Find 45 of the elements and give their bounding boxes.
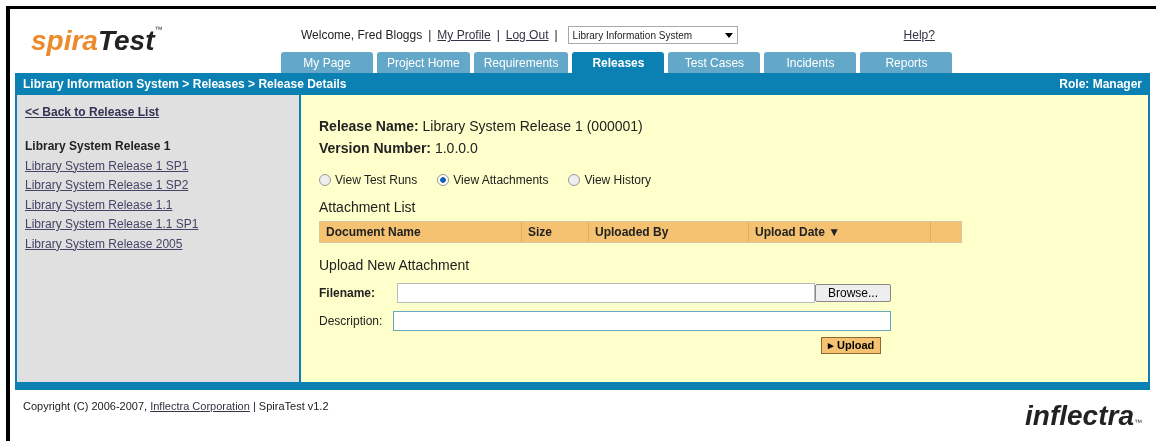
- detail-text: Release Name: Library System Release 1 (000001): [319, 117, 644, 136]
- view-radio[interactable]: View Attachments: [437, 173, 549, 187]
- column-header[interactable]: Document Name: [320, 222, 522, 242]
- profile-link[interactable]: My Profile: [437, 28, 491, 42]
- welcome-text: Welcome, Fred Bloggs: [301, 28, 423, 42]
- column-title: Size: [528, 225, 552, 239]
- detail-text: Version Number: 1.0.0.0: [319, 139, 479, 158]
- section-title: Upload New Attachment: [319, 257, 471, 273]
- help-link[interactable]: Help?: [903, 28, 935, 42]
- release-link[interactable]: Library System Release 1 SP2: [25, 176, 291, 196]
- separator: |: [496, 28, 500, 42]
- column-header[interactable]: Uploaded By: [589, 222, 749, 242]
- release-link[interactable]: Library System Release 1.1: [25, 195, 291, 215]
- release-link[interactable]: Library System Release 1 SP1: [25, 156, 291, 176]
- column-header[interactable]: Size: [522, 222, 589, 242]
- release-link[interactable]: Library System Release 1: [25, 137, 291, 157]
- column-title: Upload Date: [755, 225, 825, 239]
- logout-link[interactable]: Log Out: [505, 28, 549, 42]
- copyright-text: Copyright (C) 2006-2007, Inflectra Corporation | SpiraTest v1.2: [23, 400, 329, 412]
- column-title: Uploaded By: [595, 225, 669, 239]
- filename-label: Filename:: [319, 286, 376, 300]
- upload-button[interactable]: ▸ Upload: [821, 337, 882, 354]
- role-text: Role: Manager: [1059, 77, 1142, 91]
- breadcrumb: Library Information System > Releases > Release Details: [23, 77, 347, 91]
- logo: spiraTest™: [30, 25, 164, 57]
- nav-tab[interactable]: Releases: [572, 52, 665, 73]
- column-header[interactable]: Upload Date ▼: [749, 222, 931, 242]
- description-field[interactable]: [393, 311, 891, 331]
- project-select[interactable]: Library Information System: [567, 26, 738, 44]
- separator: |: [554, 28, 558, 42]
- brand-logo: inflectra™: [1025, 400, 1142, 432]
- company-link[interactable]: Inflectra Corporation: [150, 400, 250, 412]
- browse-button[interactable]: Browse...: [815, 284, 891, 302]
- description-label: Description:: [319, 314, 384, 328]
- column-title: Document Name: [326, 225, 421, 239]
- dropdown-icon: [724, 32, 733, 38]
- separator: |: [428, 28, 432, 42]
- section-title: Attachment List: [319, 199, 417, 215]
- view-radio[interactable]: View Test Runs: [319, 173, 418, 187]
- release-link[interactable]: Library System Release 2005: [25, 234, 291, 254]
- back-link[interactable]: << Back to Release List: [25, 105, 291, 119]
- release-link[interactable]: Library System Release 1.1 SP1: [25, 215, 291, 235]
- filename-field[interactable]: [397, 283, 815, 303]
- view-radio[interactable]: View History: [568, 173, 651, 187]
- sort-icon: ▼: [825, 225, 841, 239]
